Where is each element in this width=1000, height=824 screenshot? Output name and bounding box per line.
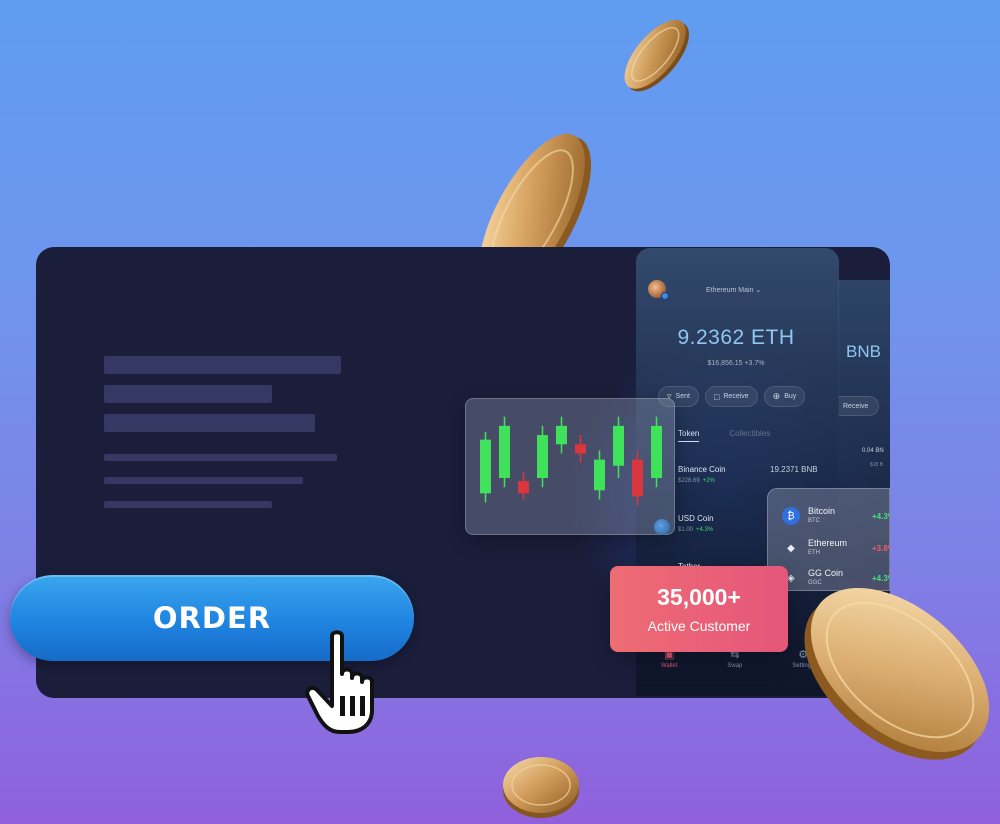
receive-icon: □ — [713, 391, 720, 402]
tab-collectibles[interactable]: Collectibles — [729, 429, 770, 442]
wallet-fiat-value: $16,856.15 +3.7% — [707, 360, 765, 367]
buy-label: Buy — [784, 393, 797, 400]
token-row[interactable]: Binance Coin $226.69 +2% 19.2371 BNB — [678, 465, 838, 484]
crypto-change: +3.8% — [872, 544, 889, 553]
send-label: Sent — [675, 393, 690, 400]
candle-up — [556, 425, 567, 445]
crypto-change: +4.3% — [872, 512, 889, 521]
buy-icon: ⊕ — [772, 391, 781, 401]
crypto-symbol: ETH — [808, 550, 820, 556]
active-customer-stat-card: 35,000+ Active Customer — [610, 566, 788, 652]
token-amount: 19.2371 BNB — [770, 465, 818, 474]
hand-pointer-icon — [305, 630, 374, 734]
candlestick-chart-card — [465, 398, 675, 535]
secondary-sub: $18 B — [870, 462, 884, 468]
crypto-row-bitcoin[interactable]: ₿ Bitcoin BTC +4.3% — [780, 503, 889, 531]
secondary-balance: BNB — [846, 342, 881, 361]
account-selector[interactable]: Ethereum Main ⌄ — [706, 286, 761, 294]
token-change: +4.3% — [696, 527, 714, 533]
placeholder-text-line — [104, 477, 303, 484]
placeholder-text-line — [104, 501, 272, 508]
tab-token[interactable]: Token — [678, 429, 700, 442]
candle-up — [613, 425, 624, 466]
crypto-symbol: BTC — [808, 518, 820, 524]
token-price: $1.00 — [678, 527, 694, 533]
stat-label: Active Customer — [647, 618, 751, 634]
candle-down — [518, 481, 529, 494]
coin-icon — [624, 19, 689, 92]
coin-icon — [503, 757, 579, 818]
buy-button[interactable]: ⊕ Buy — [763, 386, 806, 407]
crypto-row-ethereum[interactable]: ◆ Ethereum ETH +3.8% — [780, 535, 889, 563]
placeholder-heading-line — [104, 414, 315, 432]
candle-up — [651, 425, 662, 478]
chevron-down-icon: ⌄ — [755, 287, 762, 294]
ethereum-icon: ◆ — [787, 542, 795, 554]
crypto-name: Bitcoin — [808, 506, 836, 516]
placeholder-heading-line — [104, 356, 341, 374]
coin-icon — [804, 587, 990, 760]
chart-handle-icon — [654, 519, 670, 535]
crypto-name: Ethereum — [808, 538, 848, 548]
bitcoin-icon: ₿ — [782, 507, 800, 525]
placeholder-text-line — [104, 454, 337, 461]
placeholder-heading-line — [104, 385, 272, 403]
candlestick-chart — [480, 416, 662, 506]
receive-button[interactable]: □ Receive — [704, 386, 758, 407]
candle-up — [537, 435, 548, 478]
wallet-balance: 9.2362 ETH — [677, 326, 795, 349]
receive-label: Receive — [723, 393, 749, 400]
account-name: Ethereum Main — [706, 287, 754, 294]
status-dot — [661, 292, 669, 300]
nav-wallet-label: Wallet — [660, 663, 678, 669]
candle-up — [499, 425, 510, 478]
secondary-receive-button[interactable]: Receive — [838, 396, 880, 416]
secondary-amount: 0.04 BN — [862, 448, 884, 454]
token-change: +2% — [702, 478, 715, 484]
candle-up — [594, 459, 605, 491]
token-price: $226.69 — [678, 478, 700, 484]
candle-down — [632, 459, 643, 497]
candle-up — [480, 439, 491, 494]
nav-swap-label: Swap — [727, 663, 743, 669]
stat-value: 35,000+ — [657, 584, 741, 610]
candle-down — [575, 444, 586, 454]
